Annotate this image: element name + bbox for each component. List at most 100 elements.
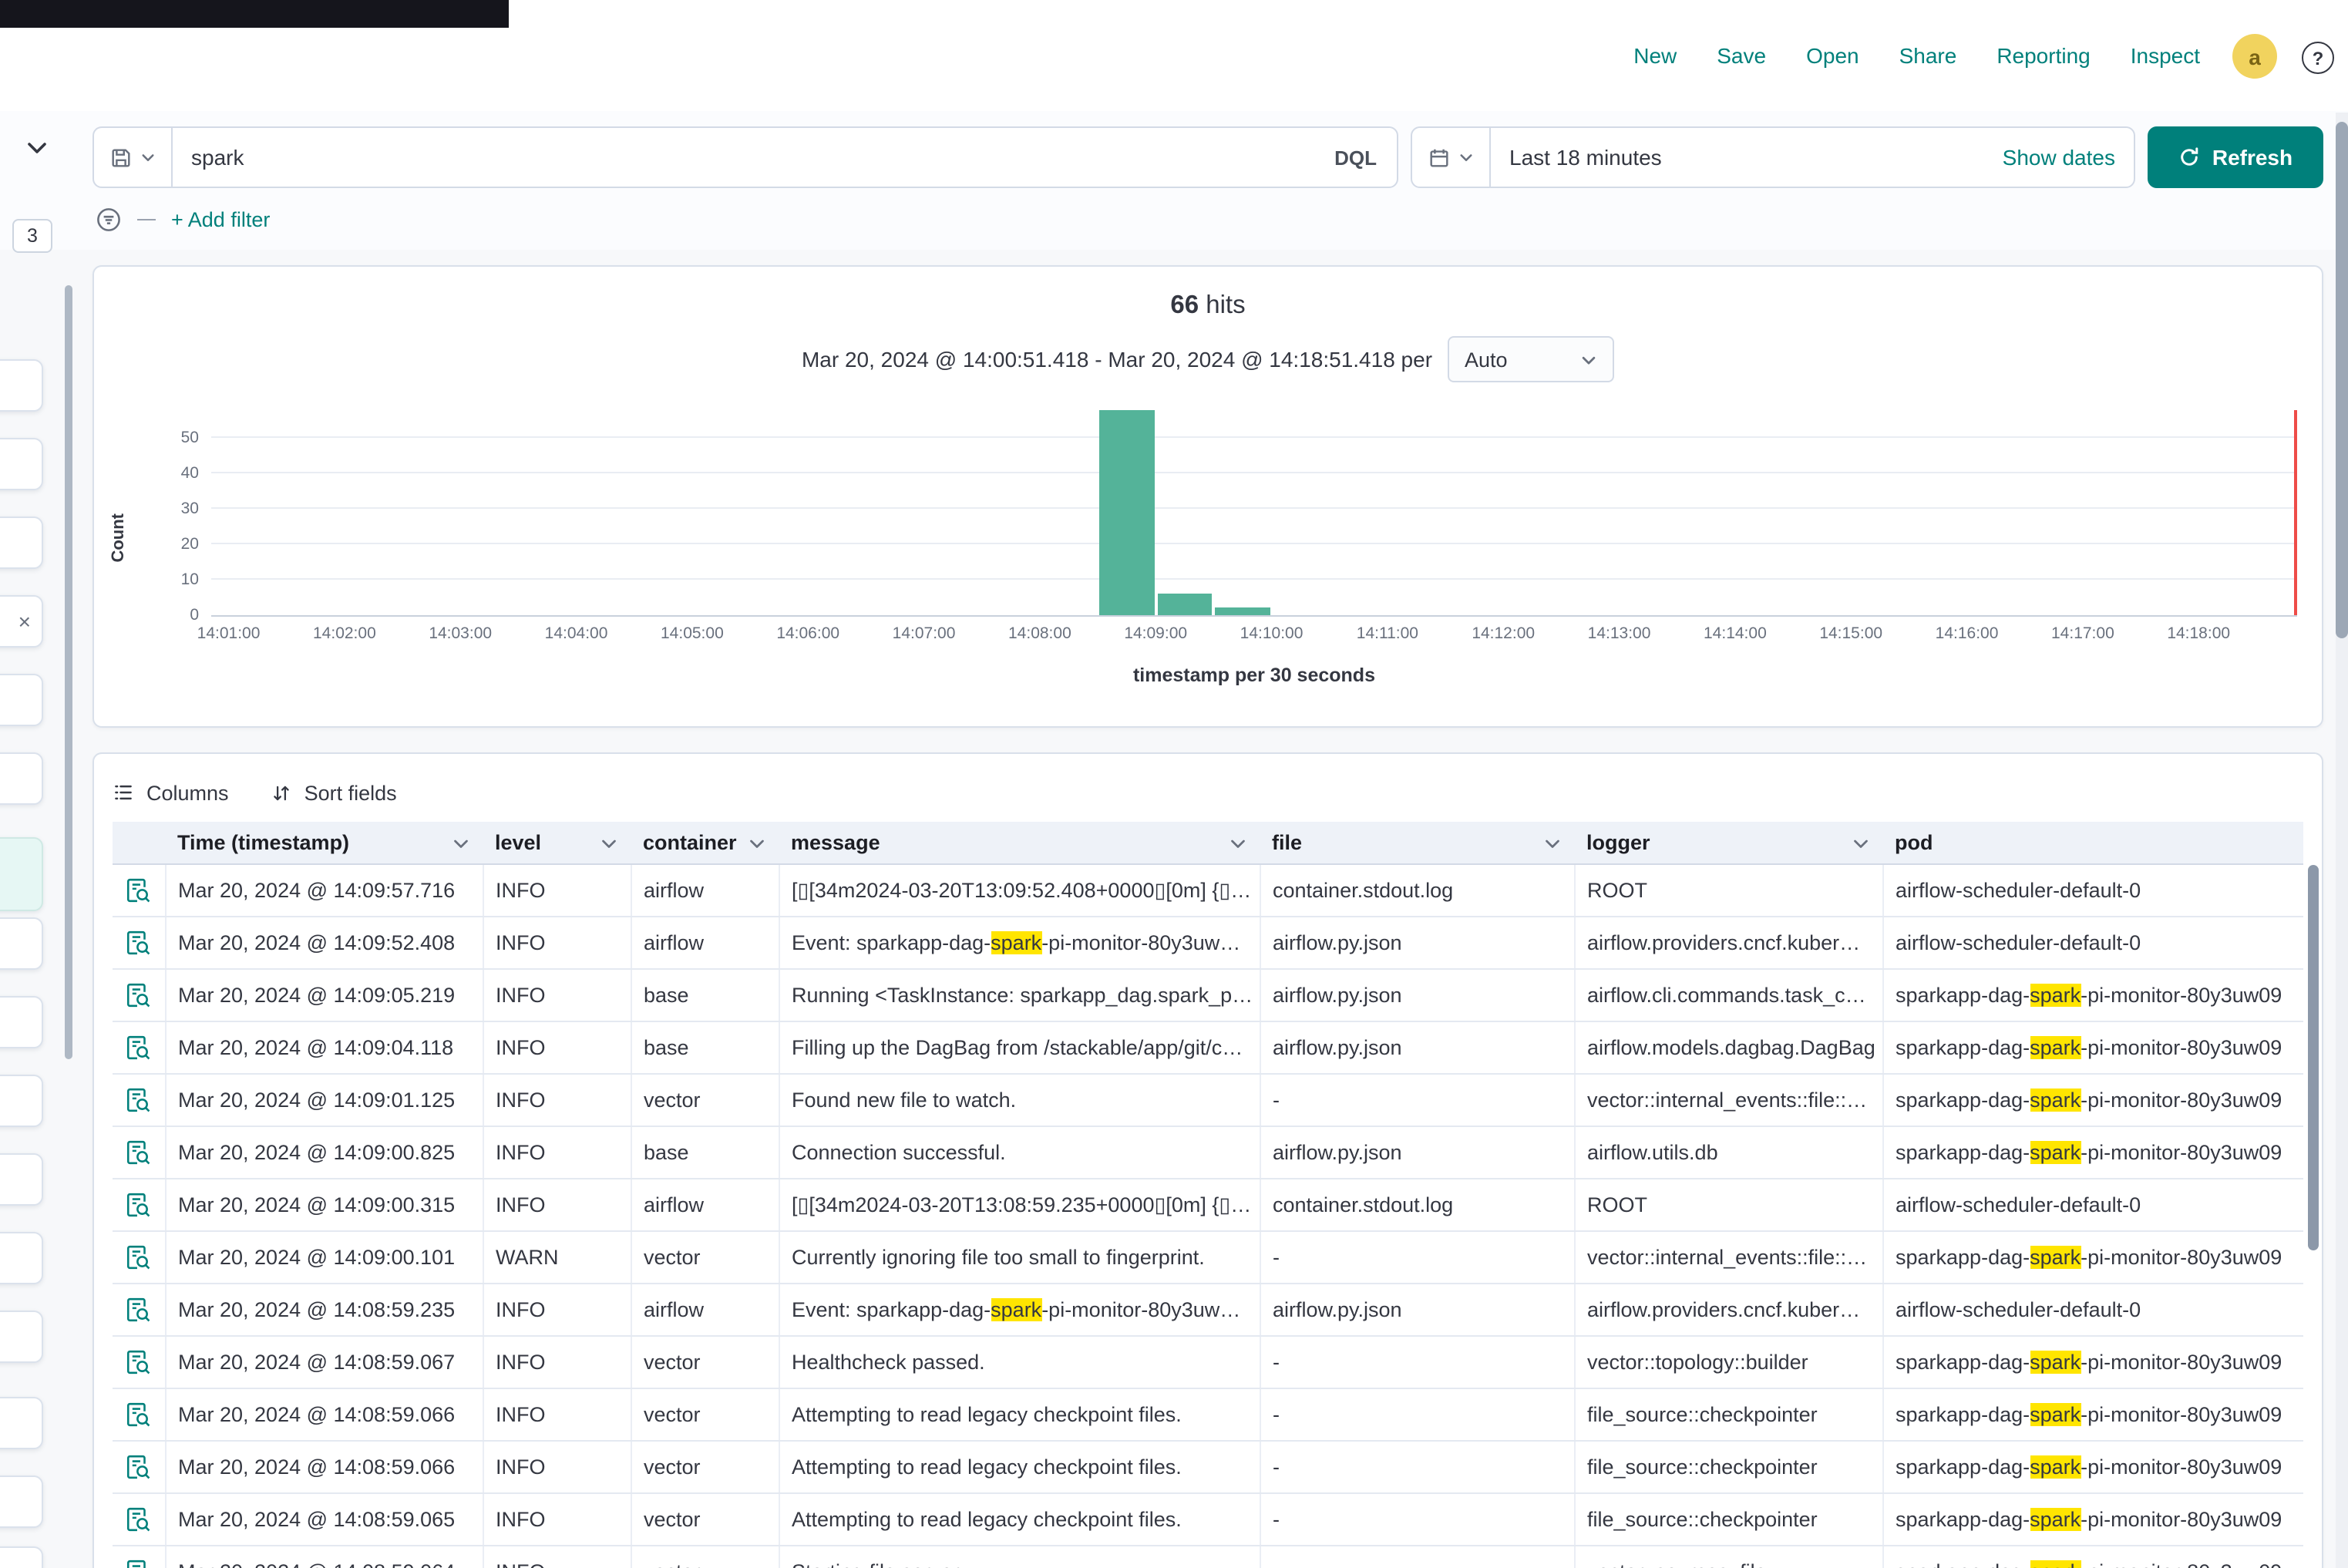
sidebar-collapse-button[interactable] — [15, 126, 59, 170]
cell-logger: airflow.models.dagbag.DagBag — [1574, 1021, 1882, 1074]
date-picker-calendar-button[interactable] — [1412, 128, 1491, 187]
refresh-button[interactable]: Refresh — [2148, 126, 2323, 188]
cell-file: airflow.py.json — [1260, 1021, 1574, 1074]
expand-document-button[interactable] — [125, 1244, 151, 1270]
table-scrollbar[interactable] — [2308, 865, 2319, 1250]
cell-pod: sparkapp-dag-spark-pi-monitor-80y3uw09 — [1882, 1441, 2303, 1493]
page-scrollbar[interactable] — [2336, 122, 2348, 638]
column-header-time-timestamp[interactable]: Time (timestamp) — [165, 822, 483, 864]
query-language-button[interactable]: DQL — [1334, 146, 1397, 169]
nav-link-reporting[interactable]: Reporting — [1996, 43, 2090, 68]
search-input[interactable] — [173, 145, 1334, 170]
x-axis-tick-label: 14:16:00 — [1936, 624, 1999, 643]
nav-link-open[interactable]: Open — [1806, 43, 1859, 68]
collapsed-field-pill[interactable] — [0, 917, 43, 970]
show-dates-button[interactable]: Show dates — [2003, 145, 2134, 170]
column-header-level[interactable]: level — [483, 822, 631, 864]
cell-pod: sparkapp-dag-spark-pi-monitor-80y3uw09 — [1882, 1231, 2303, 1284]
nav-link-save[interactable]: Save — [1717, 43, 1766, 68]
cell-file: - — [1260, 1546, 1574, 1568]
collapsed-field-pill[interactable] — [0, 752, 43, 805]
nav-link-share[interactable]: Share — [1899, 43, 1957, 68]
column-header-label: logger — [1586, 831, 1650, 854]
cell-file: - — [1260, 1231, 1574, 1284]
collapsed-field-pill[interactable] — [0, 1075, 43, 1127]
column-header-logger[interactable]: logger — [1574, 822, 1882, 864]
collapsed-field-pill[interactable] — [0, 1153, 43, 1206]
cell-time: Mar 20, 2024 @ 14:08:59.066 — [165, 1441, 483, 1493]
filter-icon[interactable] — [96, 206, 122, 232]
sidebar-scrollbar[interactable] — [65, 285, 72, 1059]
cell-message: Healthcheck passed. — [779, 1336, 1260, 1388]
expand-document-button[interactable] — [125, 877, 151, 903]
expand-document-button[interactable] — [125, 1087, 151, 1113]
y-axis-tick-label: 10 — [140, 570, 199, 589]
cell-container: vector — [631, 1546, 779, 1568]
column-header-message[interactable]: message — [779, 822, 1260, 864]
expand-document-button[interactable] — [125, 1297, 151, 1323]
expand-document-button[interactable] — [125, 1401, 151, 1428]
collapsed-field-pill[interactable] — [0, 837, 43, 911]
columns-button[interactable]: Columns — [113, 781, 229, 804]
date-picker: Last 18 minutes Show dates — [1411, 126, 2135, 188]
expand-document-button[interactable] — [125, 1139, 151, 1166]
column-header-label: pod — [1895, 831, 1933, 854]
column-header-pod[interactable]: pod — [1882, 822, 2303, 864]
search-highlight: spark — [2030, 1351, 2081, 1374]
collapsed-field-pill[interactable] — [0, 1546, 43, 1568]
inspect-document-icon — [125, 1297, 151, 1323]
add-filter-button[interactable]: + Add filter — [171, 207, 270, 230]
cell-message: Event: sparkapp-dag-spark-pi-monitor-80y… — [779, 1284, 1260, 1336]
collapsed-field-pill[interactable] — [0, 1397, 43, 1449]
cell-container: vector — [631, 1493, 779, 1546]
table-row: Mar 20, 2024 @ 14:09:04.118INFObaseFilli… — [113, 1021, 2303, 1074]
collapsed-field-pill[interactable] — [0, 516, 43, 569]
cell-expand — [113, 1074, 165, 1126]
expand-document-button[interactable] — [125, 1349, 151, 1375]
interval-select[interactable]: Auto — [1448, 336, 1614, 382]
chevron-down-icon — [452, 833, 470, 852]
expand-document-button[interactable] — [125, 1559, 151, 1568]
cell-time: Mar 20, 2024 @ 14:09:04.118 — [165, 1021, 483, 1074]
sort-fields-button[interactable]: Sort fields — [272, 781, 397, 804]
nav-link-inspect[interactable]: Inspect — [2131, 43, 2200, 68]
nav-link-new[interactable]: New — [1633, 43, 1677, 68]
avatar[interactable]: a — [2232, 34, 2277, 79]
hits-count: 66 — [1170, 291, 1199, 319]
expand-document-button[interactable] — [125, 982, 151, 1008]
close-icon[interactable]: × — [19, 611, 31, 632]
help-icon[interactable]: ? — [2302, 42, 2334, 74]
table-row: Mar 20, 2024 @ 14:09:00.825INFObaseConne… — [113, 1126, 2303, 1179]
expand-document-button[interactable] — [125, 930, 151, 956]
search-highlight: spark — [2030, 1560, 2081, 1568]
collapsed-field-pill[interactable] — [0, 1311, 43, 1363]
collapsed-field-pill[interactable] — [0, 674, 43, 726]
histogram-bar[interactable] — [1099, 409, 1154, 615]
time-range-caption: Mar 20, 2024 @ 14:00:51.418 - Mar 20, 20… — [802, 347, 1432, 372]
expand-document-button[interactable] — [125, 1035, 151, 1061]
cell-level: WARN — [483, 1231, 631, 1284]
chevron-down-icon — [600, 833, 618, 852]
collapsed-field-pill[interactable] — [0, 1475, 43, 1528]
y-axis-tick-label: 30 — [140, 500, 199, 518]
cell-file: airflow.py.json — [1260, 1126, 1574, 1179]
collapsed-field-pill[interactable] — [0, 996, 43, 1048]
collapsed-field-pill[interactable] — [0, 1232, 43, 1284]
saved-query-menu-button[interactable] — [94, 128, 173, 187]
table-row: Mar 20, 2024 @ 14:09:00.101WARNvectorCur… — [113, 1231, 2303, 1284]
histogram-bar[interactable] — [1215, 608, 1270, 615]
time-range-value[interactable]: Last 18 minutes — [1491, 145, 1662, 170]
expand-document-button[interactable] — [125, 1506, 151, 1533]
collapsed-field-pill[interactable] — [0, 359, 43, 412]
x-axis-tick-label: 14:13:00 — [1588, 624, 1651, 643]
top-nav-links: New Save Open Share Reporting Inspect — [1633, 0, 2200, 111]
collapsed-field-pill[interactable]: × — [0, 595, 43, 648]
table-row: Mar 20, 2024 @ 14:09:00.315INFOairflow[▯… — [113, 1179, 2303, 1231]
expand-document-button[interactable] — [125, 1192, 151, 1218]
histogram-bar[interactable] — [1157, 594, 1212, 615]
column-header-file[interactable]: file — [1260, 822, 1574, 864]
column-header-container[interactable]: container — [631, 822, 779, 864]
expand-document-button[interactable] — [125, 1454, 151, 1480]
collapsed-field-pill[interactable] — [0, 438, 43, 490]
x-axis-tick-label: 14:05:00 — [661, 624, 724, 643]
